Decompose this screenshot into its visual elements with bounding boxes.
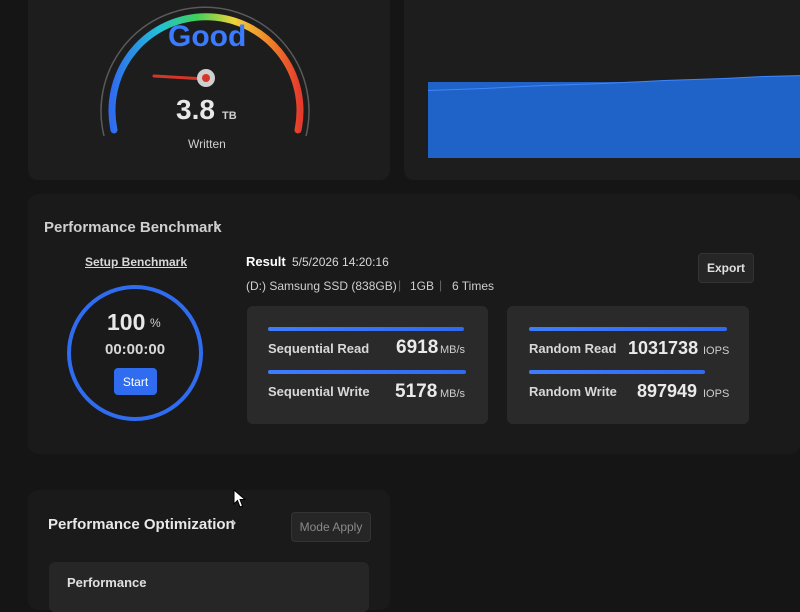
health-status: Good (168, 20, 247, 53)
random-write-value: 897949 (637, 381, 698, 401)
setup-benchmark-link[interactable]: Setup Benchmark (85, 255, 187, 269)
divider: | (398, 278, 402, 292)
health-panel: Good 3.8 TB Written (28, 0, 390, 180)
usage-chart (427, 75, 800, 158)
sequential-results-card (247, 306, 488, 424)
start-button[interactable]: Start (114, 368, 157, 395)
sequential-read-label: Sequential Read (268, 341, 370, 356)
export-button[interactable]: Export (698, 253, 754, 283)
sequential-read-bar (268, 327, 464, 331)
written-value: 3.8 (176, 94, 215, 125)
optimization-title[interactable]: Performance Optimization (48, 516, 235, 533)
sequential-write-unit: MB/s (440, 388, 466, 400)
sequential-read-unit: MB/s (440, 344, 466, 356)
written-label: Written (188, 137, 226, 151)
random-read-label: Random Read (529, 341, 617, 356)
random-write-unit: IOPS (703, 388, 730, 400)
sequential-read-value: 6918 (396, 337, 439, 358)
random-results-card (507, 306, 749, 424)
random-write-bar (529, 370, 705, 374)
export-button-label: Export (706, 261, 745, 275)
result-datetime: 5/5/2026 14:20:16 (292, 255, 389, 269)
written-unit: TB (222, 110, 237, 122)
elapsed-time: 00:00:00 (105, 341, 166, 358)
usage-chart-panel (404, 0, 800, 180)
divider: | (439, 278, 443, 292)
result-times: 6 Times (452, 279, 495, 293)
sequential-write-bar (268, 370, 466, 374)
progress-unit: % (150, 316, 161, 330)
random-read-bar (529, 327, 727, 331)
optimization-chevron-icon[interactable]: › (231, 514, 236, 532)
mode-apply-button[interactable]: Mode Apply (291, 512, 371, 542)
progress-value: 100 (107, 309, 146, 335)
result-label: Result (246, 254, 286, 269)
start-button-label: Start (122, 374, 149, 389)
benchmark-chevron-icon[interactable]: › (214, 217, 219, 235)
random-write-label: Random Write (529, 384, 617, 399)
random-read-unit: IOPS (703, 345, 730, 357)
performance-mode-label: Performance (67, 575, 147, 590)
result-size: 1GB (410, 279, 435, 293)
sequential-write-label: Sequential Write (268, 384, 370, 399)
random-read-value: 1031738 (628, 338, 699, 358)
sequential-write-value: 5178 (395, 381, 438, 402)
benchmark-title[interactable]: Performance Benchmark (44, 219, 222, 236)
mode-apply-label: Mode Apply (299, 520, 363, 534)
mouse-cursor-icon (233, 489, 247, 508)
result-drive: (D:) Samsung SSD (838GB) (246, 279, 397, 293)
